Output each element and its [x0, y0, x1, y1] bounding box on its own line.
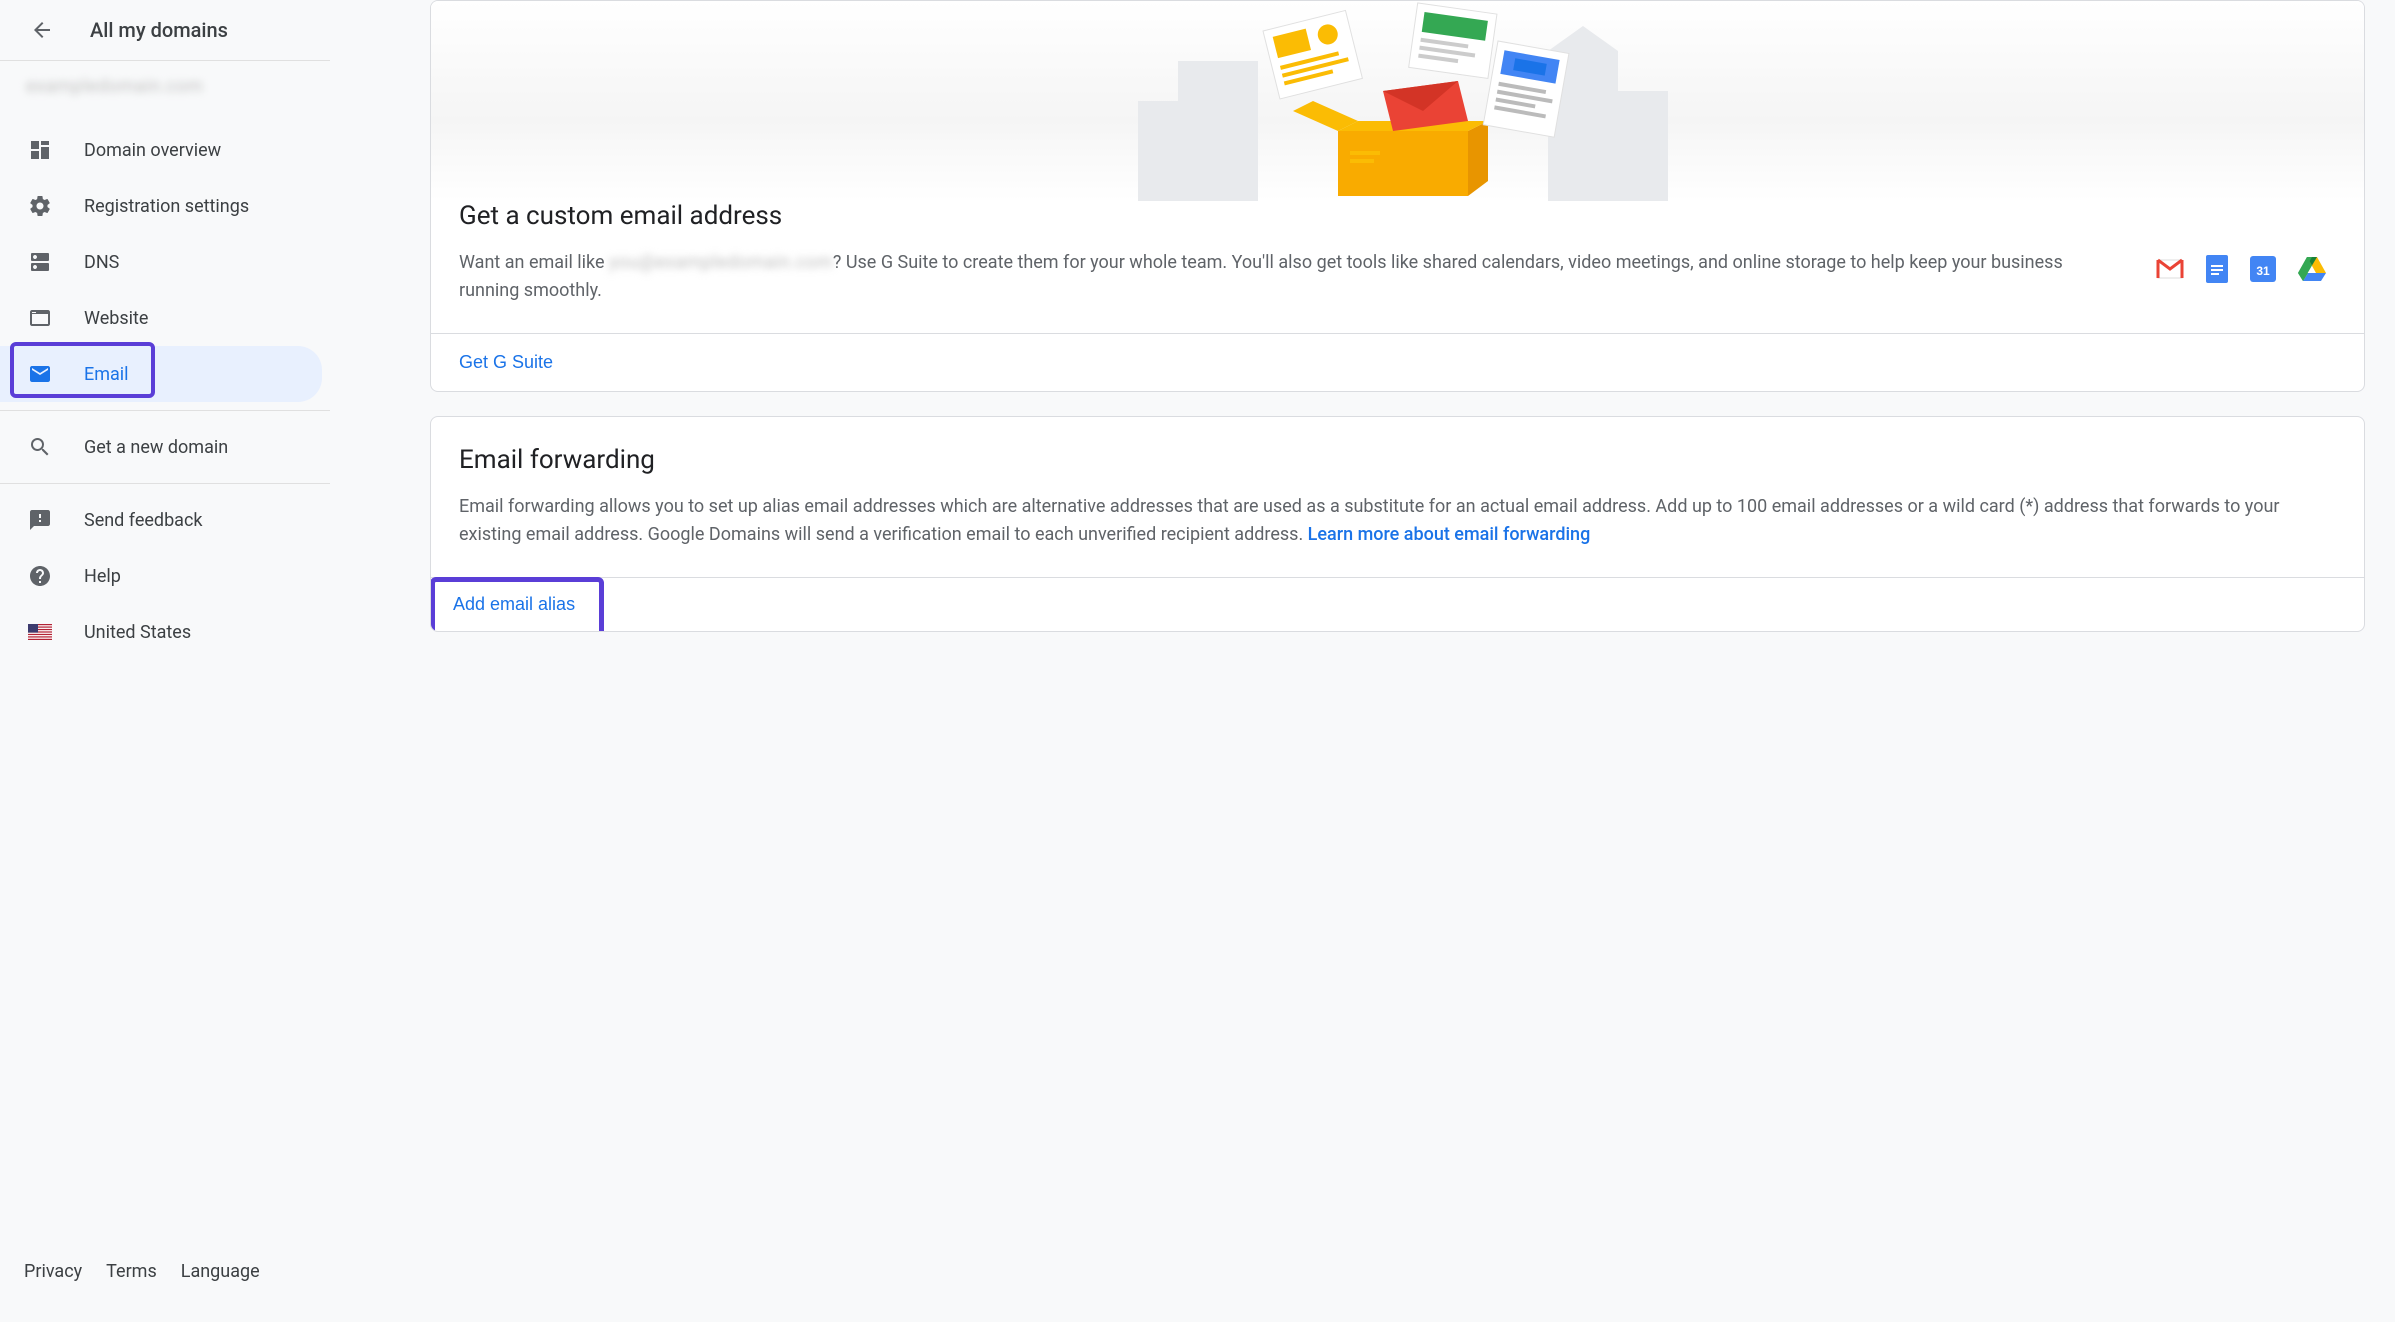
- privacy-link[interactable]: Privacy: [24, 1261, 82, 1282]
- blurred-email-example: you@exampledomain.com: [609, 252, 833, 273]
- help-icon: [28, 564, 52, 588]
- get-gsuite-button[interactable]: Get G Suite: [459, 352, 553, 373]
- gsuite-illustration: [431, 1, 2364, 201]
- sidebar-item-label: Send feedback: [84, 510, 203, 531]
- drive-icon: [2298, 257, 2326, 281]
- sidebar: All my domains exampledomain.com Domain …: [0, 0, 330, 1322]
- sidebar-item-send-feedback[interactable]: Send feedback: [0, 492, 322, 548]
- sidebar-footer: Privacy Terms Language: [0, 1241, 330, 1302]
- sidebar-item-label: Registration settings: [84, 196, 249, 217]
- gsuite-title: Get a custom email address: [459, 201, 2336, 231]
- sidebar-header: All my domains: [0, 0, 330, 61]
- add-email-alias-button[interactable]: Add email alias: [453, 594, 575, 615]
- us-flag-icon: [28, 620, 52, 644]
- dashboard-icon: [28, 138, 52, 162]
- sidebar-item-label: DNS: [84, 252, 119, 273]
- sidebar-item-label: Get a new domain: [84, 437, 228, 458]
- forwarding-title: Email forwarding: [459, 445, 2336, 475]
- main-content: Get a custom email address Want an email…: [330, 0, 2395, 1322]
- add-alias-row: Add email alias: [431, 577, 2364, 631]
- sidebar-item-label: United States: [84, 622, 191, 643]
- sidebar-item-domain-overview[interactable]: Domain overview: [0, 122, 322, 178]
- sidebar-item-email[interactable]: Email: [0, 346, 322, 402]
- divider: [0, 483, 330, 484]
- divider: [0, 410, 330, 411]
- sidebar-item-registration-settings[interactable]: Registration settings: [0, 178, 322, 234]
- sidebar-item-dns[interactable]: DNS: [0, 234, 322, 290]
- website-icon: [28, 306, 52, 330]
- sidebar-item-label: Website: [84, 308, 148, 329]
- sidebar-item-country[interactable]: United States: [0, 604, 322, 660]
- gsuite-product-icons: 31: [2156, 249, 2336, 283]
- sidebar-item-label: Help: [84, 566, 121, 587]
- sidebar-nav: Domain overview Registration settings DN…: [0, 112, 330, 660]
- email-forwarding-card: Email forwarding Email forwarding allows…: [430, 416, 2365, 632]
- terms-link[interactable]: Terms: [106, 1261, 157, 1282]
- feedback-icon: [28, 508, 52, 532]
- dns-icon: [28, 250, 52, 274]
- sidebar-title[interactable]: All my domains: [90, 18, 228, 42]
- sidebar-item-label: Email: [84, 364, 129, 385]
- back-arrow-icon[interactable]: [30, 18, 54, 42]
- current-domain-blurred: exampledomain.com: [0, 61, 330, 112]
- gmail-icon: [2156, 258, 2184, 280]
- email-icon: [28, 362, 52, 386]
- gsuite-card-footer: Get G Suite: [431, 333, 2364, 391]
- gear-icon: [28, 194, 52, 218]
- sidebar-item-website[interactable]: Website: [0, 290, 322, 346]
- docs-icon: [2206, 255, 2228, 283]
- learn-more-link[interactable]: Learn more about email forwarding: [1308, 524, 1591, 545]
- sidebar-item-get-new-domain[interactable]: Get a new domain: [0, 419, 322, 475]
- sidebar-item-label: Domain overview: [84, 140, 221, 161]
- gsuite-card: Get a custom email address Want an email…: [430, 0, 2365, 392]
- gsuite-description: Want an email like you@exampledomain.com…: [459, 249, 2116, 305]
- search-icon: [28, 435, 52, 459]
- language-link[interactable]: Language: [181, 1261, 260, 1282]
- sidebar-item-help[interactable]: Help: [0, 548, 322, 604]
- forwarding-description: Email forwarding allows you to set up al…: [459, 493, 2336, 549]
- calendar-icon: 31: [2250, 256, 2276, 282]
- svg-text:31: 31: [2256, 264, 2270, 278]
- desc-prefix: Want an email like: [459, 252, 609, 273]
